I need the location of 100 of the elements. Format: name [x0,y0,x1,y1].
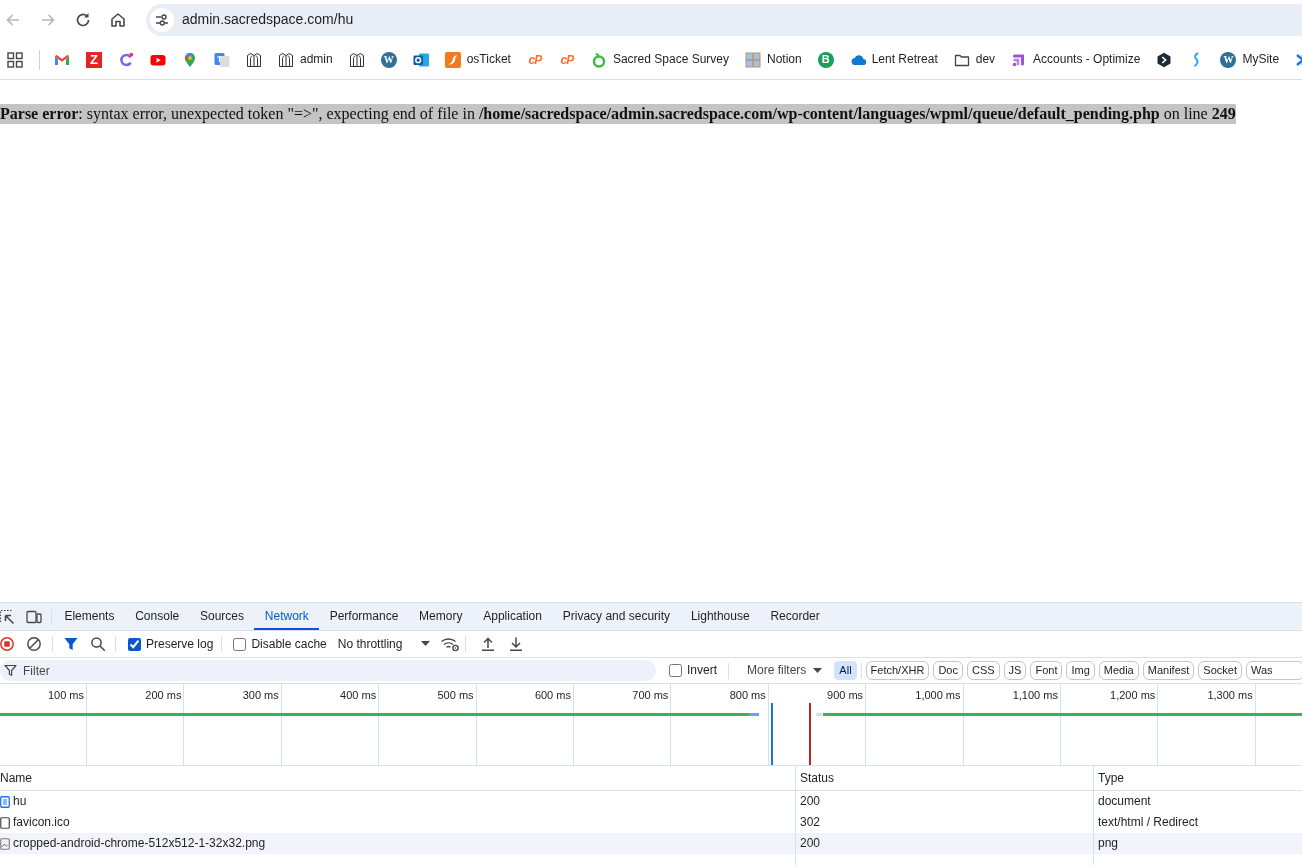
arc-logo-icon[interactable] [118,51,134,68]
hexagon-icon[interactable] [1156,51,1173,68]
address-bar[interactable]: admin.sacredspace.com/hu [146,4,1302,36]
time-tick-label: 1,000 ms [915,689,961,701]
event-marker-line [771,703,773,765]
devtools-tab[interactable]: Console [124,603,190,630]
time-tick-label: 600 ms [534,689,571,701]
upload-icon[interactable] [480,636,497,652]
filter-icon[interactable] [63,636,79,652]
caret-down-icon [421,641,431,647]
event-marker-line [809,703,811,765]
filter-chip[interactable]: Manifest [1142,661,1195,680]
column-header[interactable]: Name [0,766,795,790]
clear-icon[interactable] [27,637,41,651]
apps-grid-icon[interactable] [7,51,23,68]
devtools-tab[interactable]: Privacy and security [552,603,681,630]
url-text: admin.sacredspace.com/hu [182,11,354,29]
checkbox-label[interactable]: Invert [687,663,717,678]
column-header[interactable]: Type [1098,766,1302,790]
device-toolbar-icon[interactable] [26,608,42,625]
time-tick-label: 1,300 ms [1207,689,1253,701]
invert-checkbox[interactable] [669,664,682,677]
devtools-tab[interactable]: Application [472,603,553,630]
time-tick-label: 800 ms [729,689,766,701]
disable-cache-checkbox[interactable] [233,637,247,651]
arch-logo-icon[interactable] [246,51,262,68]
filter-chip[interactable]: Socket [1198,661,1242,680]
bookmark-link[interactable]: Sacred Space Survey [590,51,729,68]
arch-logo-icon [278,51,294,68]
devtools-tab[interactable]: Sources [189,603,255,630]
bookmark-link[interactable]: Lent Retreat [849,51,938,68]
time-tick-label: 700 ms [632,689,669,701]
time-tick-label: 400 ms [340,689,377,701]
bookmark-link[interactable]: osTicket [444,51,511,68]
time-tick-label: 300 ms [242,689,279,701]
devtools-tab[interactable]: Performance [319,603,409,630]
time-tick-label: 1,200 ms [1110,689,1156,701]
table-cell: cropped-android-chrome-512x512-1-32x32.png [13,836,266,851]
devtools-tab[interactable]: Memory [408,603,473,630]
filter-chip[interactable]: Doc [933,661,963,680]
bookmark-link[interactable]: dev [953,51,996,68]
filter-chip[interactable]: Was [1245,661,1302,680]
filter-chip[interactable]: All [834,661,857,680]
document-icon [0,795,10,808]
download-icon[interactable] [508,636,525,652]
inspect-element-icon[interactable] [0,608,15,625]
devtools-tab[interactable]: Recorder [760,603,831,630]
filter-icon [4,664,17,677]
table-cell: 200 [800,836,821,851]
w-logo-icon: W [1220,51,1237,68]
throttling-dropdown[interactable]: No throttling [337,636,431,652]
w-logo-icon[interactable]: W [380,51,397,68]
arch-logo-icon[interactable] [348,51,365,68]
preserve-log-checkbox[interactable] [128,637,141,651]
devtools-tab[interactable]: Network [254,603,320,630]
table-cell: favicon.ico [13,815,70,830]
search-icon[interactable] [90,636,106,652]
filter-chip[interactable]: Img [1066,661,1095,680]
filter-chip[interactable]: CSS [966,661,1000,680]
caret-down-icon [813,668,823,673]
table-cell: png [1098,836,1119,851]
leaf-ring-icon [590,51,607,68]
blank-file-icon [0,816,10,829]
filter-field[interactable]: Filter [0,660,656,681]
table-cell: document [1098,794,1151,809]
filter-chip[interactable]: Font [1030,661,1063,680]
bookmark-link[interactable]: W MySite [1220,51,1280,68]
filter-chip[interactable]: JS [1003,661,1027,680]
bookmark-link[interactable]: Accounts - Optimize [1011,51,1141,68]
table-cell: hu [13,794,27,809]
time-tick-label: 200 ms [145,689,182,701]
filter-chip[interactable]: Media [1098,661,1139,680]
wifi-settings-icon[interactable] [440,636,461,652]
time-tick-label: 500 ms [437,689,474,701]
filter-chip[interactable]: Fetch/XHR [865,661,930,680]
checkbox-label[interactable]: Preserve log [146,636,214,652]
checkbox-label[interactable]: Disable cache [251,636,327,652]
bookmark-link[interactable]: Notion [745,51,802,68]
site-settings-icon[interactable] [150,8,174,32]
devtools-tab[interactable]: Lighthouse [680,603,760,630]
map-pin-icon[interactable] [182,51,198,68]
column-header[interactable]: Status [800,766,1093,790]
window-panes-icon [745,51,761,68]
tile-logo-icon [444,51,461,68]
time-tick-label: 1,100 ms [1012,689,1058,701]
bookmark-link[interactable]: admin [278,51,333,68]
table-cell: text/html / Redirect [1098,815,1199,830]
ring-tile-icon[interactable] [412,51,429,68]
home-icon[interactable] [108,10,128,30]
error-message: Parse error: syntax error, unexpected token "=>", expecting end of file in /home/sacredspace/admin.sacredspace.com/wp-content/languages/wpml/queue/default_pending.php on line 249 [0,104,1236,124]
time-tick-label: 900 ms [827,689,864,701]
table-cell: 302 [800,815,821,830]
record-stop-icon[interactable] [0,637,14,651]
more-filters-dropdown[interactable]: More filters [747,663,823,678]
image-file-icon [0,837,10,850]
time-tick-label: 100 ms [47,689,84,701]
overlapping-tiles-icon[interactable] [214,51,230,68]
z-logo-icon[interactable]: Z [86,51,102,68]
table-cell: 200 [800,794,821,809]
devtools-tab[interactable]: Elements [54,603,125,630]
